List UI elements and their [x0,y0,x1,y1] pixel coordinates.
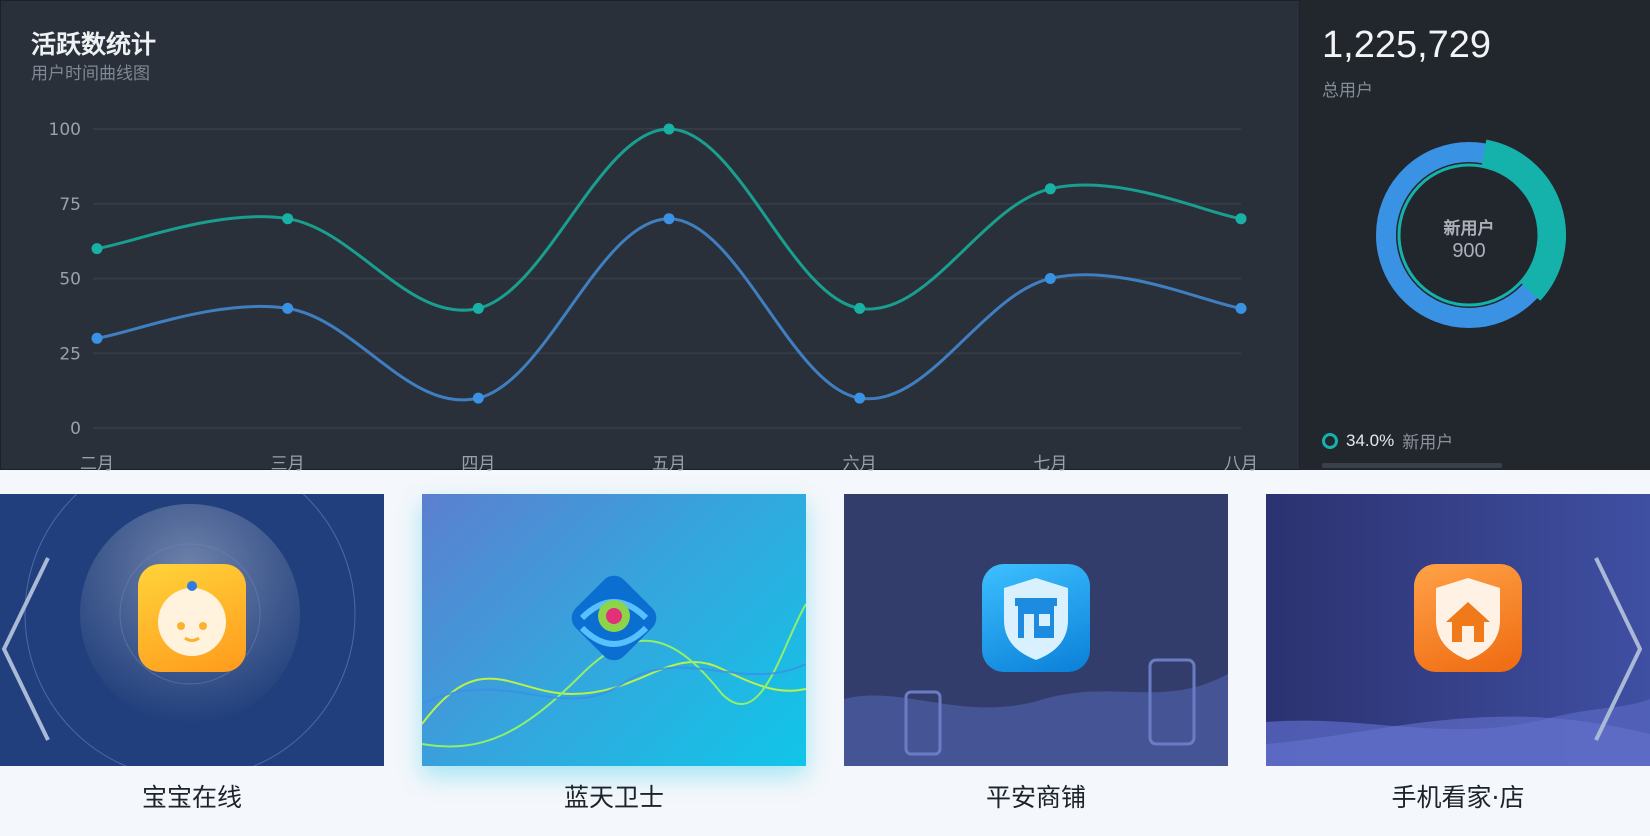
data-point [282,213,294,225]
legend-percent: 34.0% [1346,430,1395,450]
carousel-card-label: 手机看家·店 [1391,783,1525,812]
x-tick-label: 四月 [461,454,495,471]
legend-overflow-item [1322,463,1502,468]
legend-label: 新用户 [1402,433,1454,453]
data-point [472,392,484,404]
carousel-card-label: 蓝天卫士 [563,783,664,812]
chevron-left-icon[interactable] [0,554,56,744]
donut-center-value: 900 [1452,240,1486,262]
chevron-right-icon[interactable] [1588,554,1644,744]
x-tick-label: 三月 [271,454,305,471]
y-tick-label: 25 [59,344,81,364]
y-tick-label: 0 [70,419,81,439]
legend-ring-icon [1322,432,1338,449]
data-point [1235,213,1247,225]
shop-shield-icon [982,564,1090,672]
home-shield-icon [1414,564,1522,672]
activity-line-chart: 0 25 50 75 100 二月 三月 四月 五月 六月 七月 八月 [49,120,1258,471]
donut-center-title: 新用户 [1443,219,1495,239]
carousel-card-baby-online[interactable] [0,494,384,766]
baby-face-icon [138,564,246,672]
x-tick-label: 五月 [652,454,686,471]
data-point [663,123,675,135]
dashboard: 0 25 50 75 100 二月 三月 四月 五月 六月 七月 八月 活跃数统计 用户时间曲线图 1… [0,0,1650,471]
x-tick-label: 七月 [1033,454,1067,471]
sky-guard-logo-icon [560,564,668,672]
data-point [1044,183,1056,195]
carousel-card-sky-guard[interactable] [422,494,806,766]
data-point [1044,273,1056,284]
total-users-label: 总用户 [1322,81,1373,101]
y-tick-label: 50 [59,270,81,290]
carousel-card-mobile-home[interactable] [1266,494,1650,766]
chart-title: 活跃数统计 [31,30,157,59]
data-point [91,332,103,344]
carousel-card-label: 宝宝在线 [141,783,242,812]
total-users-value: 1,225,729 [1322,24,1492,66]
data-point [282,302,294,314]
carousel-card-safe-shop[interactable] [844,494,1228,766]
chart-subtitle: 用户时间曲线图 [31,64,150,84]
x-tick-label: 二月 [80,454,114,471]
carousel-card-label: 平安商铺 [985,783,1086,812]
data-point [663,213,675,225]
user-stats-panel: 1,225,729 总用户 新用户 900 34.0% 新用户 [1300,0,1650,470]
x-tick-label: 八月 [1224,454,1258,471]
donut-legend-item[interactable]: 34.0% 新用户 [1322,428,1453,453]
y-tick-label: 100 [49,120,81,140]
series-line-1 [96,217,1242,402]
data-point [91,243,103,255]
data-point [472,302,484,314]
activity-chart-panel: 0 25 50 75 100 二月 三月 四月 五月 六月 七月 八月 活跃数统计 用户时间曲线图 [0,0,1300,471]
x-tick-label: 六月 [843,454,877,471]
data-point [1235,302,1247,314]
data-point [854,302,866,314]
y-tick-label: 75 [59,195,81,215]
app-carousel: 宝宝在线 蓝天卫士 平安商铺 手机看家·店 [0,470,1650,836]
data-point [854,392,866,404]
